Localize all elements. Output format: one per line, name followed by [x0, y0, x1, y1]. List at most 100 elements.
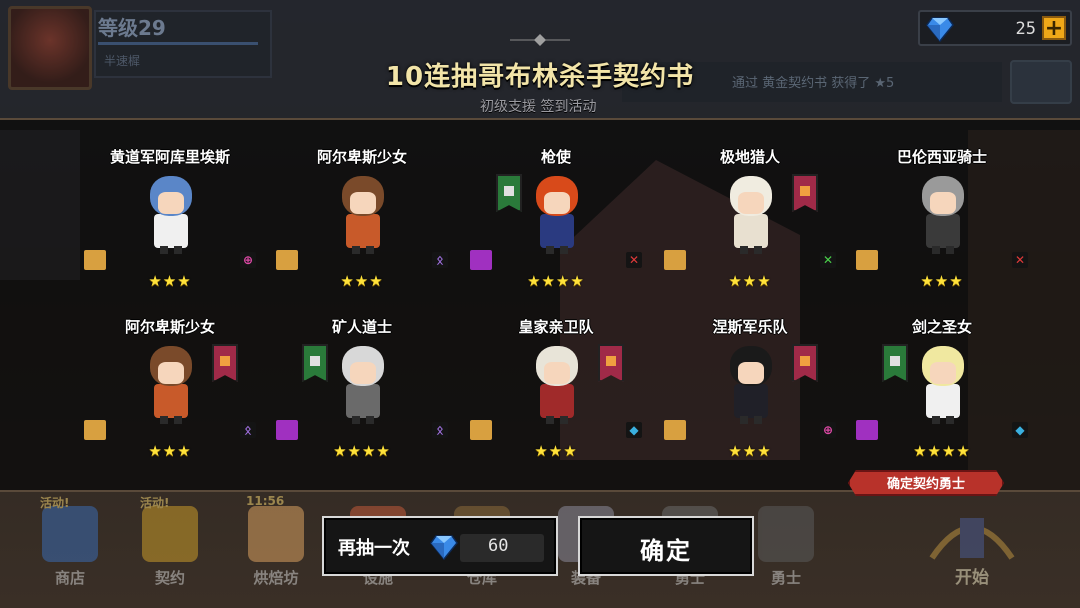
- sprite-face: [350, 192, 376, 214]
- nav-label: 商店: [54, 569, 85, 587]
- hero-name: 涅斯军乐队: [712, 318, 788, 336]
- nav-item[interactable]: 活动! 契约: [120, 494, 220, 608]
- hero-card[interactable]: 阿尔卑斯少女 ᛟ ★★★: [80, 316, 260, 476]
- element-icon: ᛟ: [240, 422, 256, 438]
- hero-card[interactable]: 阿尔卑斯少女 ᛟ ★★★: [272, 146, 452, 306]
- nav-label: 烘焙坊: [253, 569, 299, 587]
- nav-label: 契约: [154, 569, 185, 587]
- hero-sprite: [526, 168, 588, 254]
- hero-sprite: [720, 168, 782, 254]
- diamond-icon: [926, 17, 954, 42]
- sprite-face: [738, 192, 764, 214]
- hero-sprite: [912, 168, 974, 254]
- sprite-face: [738, 362, 764, 384]
- badge-mark: [800, 356, 810, 366]
- hero-card[interactable]: 巴伦西亚骑士 ✕ ★★★: [852, 146, 1032, 306]
- hero-name: 皇家亲卫队: [518, 318, 594, 336]
- gem-count: 25: [1015, 19, 1036, 39]
- contract-scroll-icon: [84, 250, 106, 270]
- sprite-leg: [352, 416, 360, 424]
- sprite-leg: [754, 416, 762, 424]
- class-shield-icon: [882, 344, 908, 382]
- star-rating: ★★★: [920, 272, 964, 290]
- contract-scroll-icon: [664, 420, 686, 440]
- sprite-face: [350, 362, 376, 384]
- sprite-body: [926, 214, 960, 248]
- hero-card[interactable]: 极地猎人 ✕ ★★★: [660, 146, 840, 306]
- contract-scroll-icon: [470, 250, 492, 270]
- element-icon: ⊕: [820, 422, 836, 438]
- hero-name: 枪使: [540, 148, 571, 166]
- player-level: 等级29: [98, 16, 166, 40]
- confirm-contract-tag: 确定契约勇士: [848, 470, 1004, 496]
- sprite-body: [734, 384, 768, 418]
- nav-item[interactable]: 11:56 烘焙坊: [226, 494, 326, 608]
- star-rating: ★★★: [728, 272, 772, 290]
- element-icon: ✕: [1012, 252, 1028, 268]
- sprite-leg: [546, 246, 554, 254]
- contract-scroll-icon: [276, 250, 298, 270]
- element-icon: ◆: [1012, 422, 1028, 438]
- hero-card[interactable]: 矿人道士 ᛟ ★★★★: [272, 316, 452, 476]
- sprite-leg: [932, 416, 940, 424]
- hero-sprite: [332, 168, 394, 254]
- redraw-button[interactable]: 再抽一次 60: [322, 516, 558, 576]
- nav-item[interactable]: 活动! 商店: [20, 494, 120, 608]
- sprite-face: [544, 362, 570, 384]
- star-rating: ★★★: [148, 272, 192, 290]
- hero-card[interactable]: 皇家亲卫队 ◆ ★★★: [466, 316, 646, 476]
- diamond-icon: [430, 535, 458, 560]
- sprite-leg: [946, 246, 954, 254]
- start-button[interactable]: 开始: [912, 494, 1080, 608]
- sprite-leg: [560, 246, 568, 254]
- nav-badge: 活动!: [140, 496, 170, 510]
- star-rating: ★★★: [340, 272, 384, 290]
- class-shield-icon: [496, 174, 522, 212]
- nav-item-icon: [248, 506, 304, 562]
- sprite-leg: [366, 246, 374, 254]
- add-gems-button[interactable]: +: [1042, 16, 1066, 40]
- hero-card[interactable]: 剑之圣女 ◆ ★★★★: [852, 316, 1032, 476]
- class-banner-icon: [212, 344, 238, 382]
- exp-bar: [98, 42, 258, 45]
- sprite-leg: [740, 416, 748, 424]
- contract-scroll-icon: [276, 420, 298, 440]
- class-shield-icon: [302, 344, 328, 382]
- element-icon: ⊕: [240, 252, 256, 268]
- sprite-face: [544, 192, 570, 214]
- sprite-body: [154, 384, 188, 418]
- badge-mark: [606, 356, 616, 366]
- badge-mark: [890, 356, 900, 366]
- sprite-leg: [560, 416, 568, 424]
- hero-card[interactable]: 黄道军阿库里埃斯 ⊕ ★★★: [80, 146, 260, 306]
- hero-name: 黄道军阿库里埃斯: [109, 148, 230, 166]
- hero-card[interactable]: 枪使 ✕ ★★★★: [466, 146, 646, 306]
- contract-scroll-icon: [856, 420, 878, 440]
- element-icon: ◆: [626, 422, 642, 438]
- hero-name: 剑之圣女: [911, 318, 972, 336]
- badge-mark: [310, 356, 320, 366]
- sprite-face: [158, 362, 184, 384]
- hero-sprite: [140, 338, 202, 424]
- class-banner-icon: [792, 174, 818, 212]
- hero-name: 阿尔卑斯少女: [124, 318, 215, 336]
- nav-item-icon: [758, 506, 814, 562]
- confirm-label: 确定: [640, 537, 692, 565]
- class-banner-icon: [792, 344, 818, 382]
- redraw-label: 再抽一次: [338, 538, 410, 559]
- contract-scroll-icon: [470, 420, 492, 440]
- contract-scroll-icon: [856, 250, 878, 270]
- sprite-body: [540, 214, 574, 248]
- badge-mark: [504, 186, 514, 196]
- hero-card[interactable]: 涅斯军乐队 ⊕ ★★★: [660, 316, 840, 476]
- sprite-body: [926, 384, 960, 418]
- contract-scroll-icon: [84, 420, 106, 440]
- hero-sprite: [526, 338, 588, 424]
- star-rating: ★★★: [148, 442, 192, 460]
- hero-name: 阿尔卑斯少女: [316, 148, 407, 166]
- title-ornament-icon: [510, 34, 570, 46]
- hero-name: 矿人道士: [331, 318, 392, 336]
- hero-sprite: [912, 338, 974, 424]
- sprite-leg: [366, 416, 374, 424]
- confirm-button[interactable]: 确定: [578, 516, 754, 576]
